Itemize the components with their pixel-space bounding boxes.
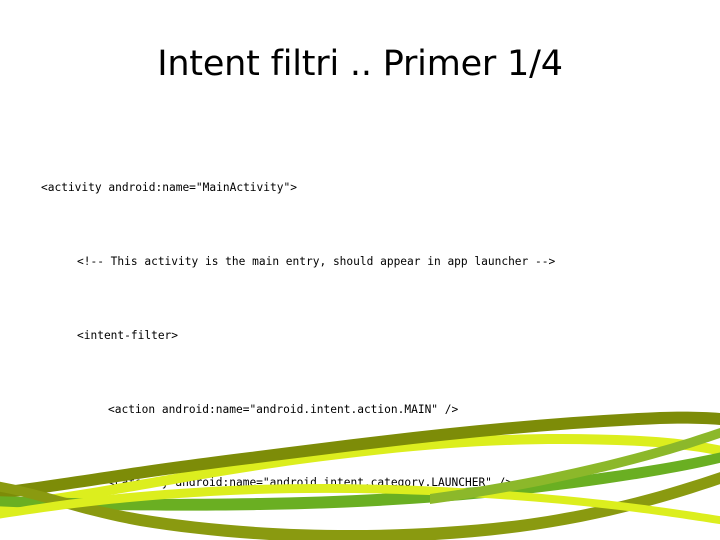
code-line: <!-- This activity is the main entry, sh… xyxy=(77,254,556,268)
slide-canvas: Intent filtri .. Primer 1/4 <activity an… xyxy=(0,0,720,540)
code-line: <category android:name="android.intent.c… xyxy=(108,476,513,490)
page-title: Intent filtri .. Primer 1/4 xyxy=(157,44,563,84)
code-line: <activity android:name="MainActivity"> xyxy=(41,181,297,195)
code-line: <intent-filter> xyxy=(77,328,179,342)
code-block: <activity android:name="MainActivity"> <… xyxy=(0,127,720,540)
code-line: <action android:name="android.intent.act… xyxy=(108,402,459,416)
